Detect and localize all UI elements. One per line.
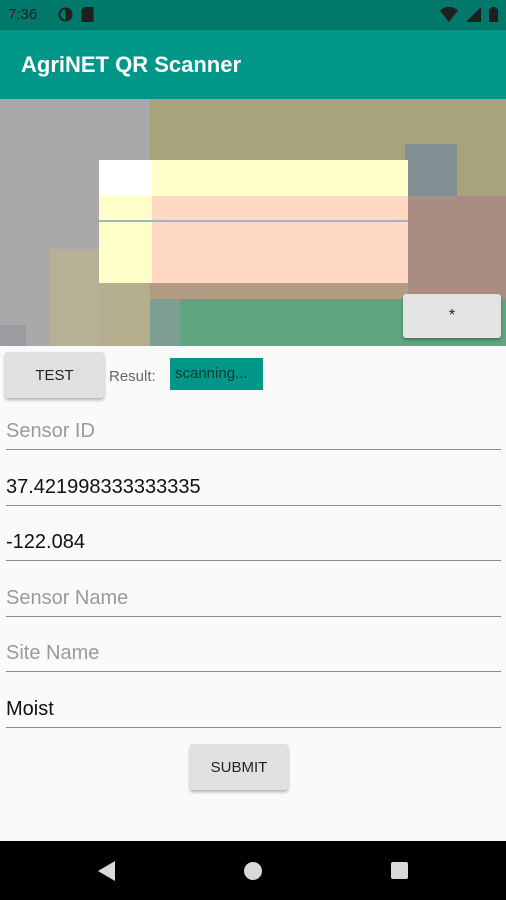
status-time: 7:36 [8, 6, 38, 23]
site-name-field[interactable]: Site Name [6, 636, 501, 672]
scan-frame-tl [99, 160, 152, 196]
status-left-icons [58, 7, 94, 27]
camera-preview[interactable]: * [0, 99, 506, 346]
submit-button[interactable]: SUBMIT [190, 744, 288, 790]
app-bar: AgriNET QR Scanner [0, 30, 506, 99]
wifi-icon [440, 6, 458, 27]
app-title: AgriNET QR Scanner [21, 52, 242, 77]
status-right-icons [440, 6, 498, 27]
camera-blob [0, 325, 26, 346]
cellular-signal-icon [466, 7, 481, 27]
scan-frame-bl [99, 196, 152, 283]
recent-apps-icon[interactable] [391, 862, 408, 879]
scan-line [99, 220, 408, 222]
status-bar: 7:36 [0, 0, 506, 30]
result-label: Result: [109, 368, 156, 385]
camera-blob [150, 299, 180, 346]
sensor-name-field[interactable]: Sensor Name [6, 581, 501, 617]
camera-blob [405, 144, 457, 196]
camera-blob [150, 283, 408, 299]
test-button[interactable]: TEST [5, 352, 104, 398]
scan-frame-br [152, 196, 408, 283]
camera-blob [100, 283, 150, 346]
star-button[interactable]: * [403, 294, 501, 338]
longitude-field[interactable]: -122.084 [6, 525, 501, 561]
camera-blob [407, 196, 506, 299]
camera-blob [50, 249, 100, 346]
data-saver-icon [58, 7, 73, 27]
battery-icon [489, 7, 498, 27]
navigation-bar [0, 841, 506, 900]
sensor-id-field[interactable]: Sensor ID [6, 414, 501, 450]
latitude-field[interactable]: 37.421998333333335 [6, 470, 501, 506]
scan-frame-tr [152, 160, 408, 196]
home-icon[interactable] [244, 862, 262, 880]
sd-card-icon [81, 7, 94, 27]
back-icon[interactable] [98, 861, 116, 886]
result-value: scanning... [170, 358, 263, 390]
moisture-field[interactable]: Moist [6, 692, 501, 728]
